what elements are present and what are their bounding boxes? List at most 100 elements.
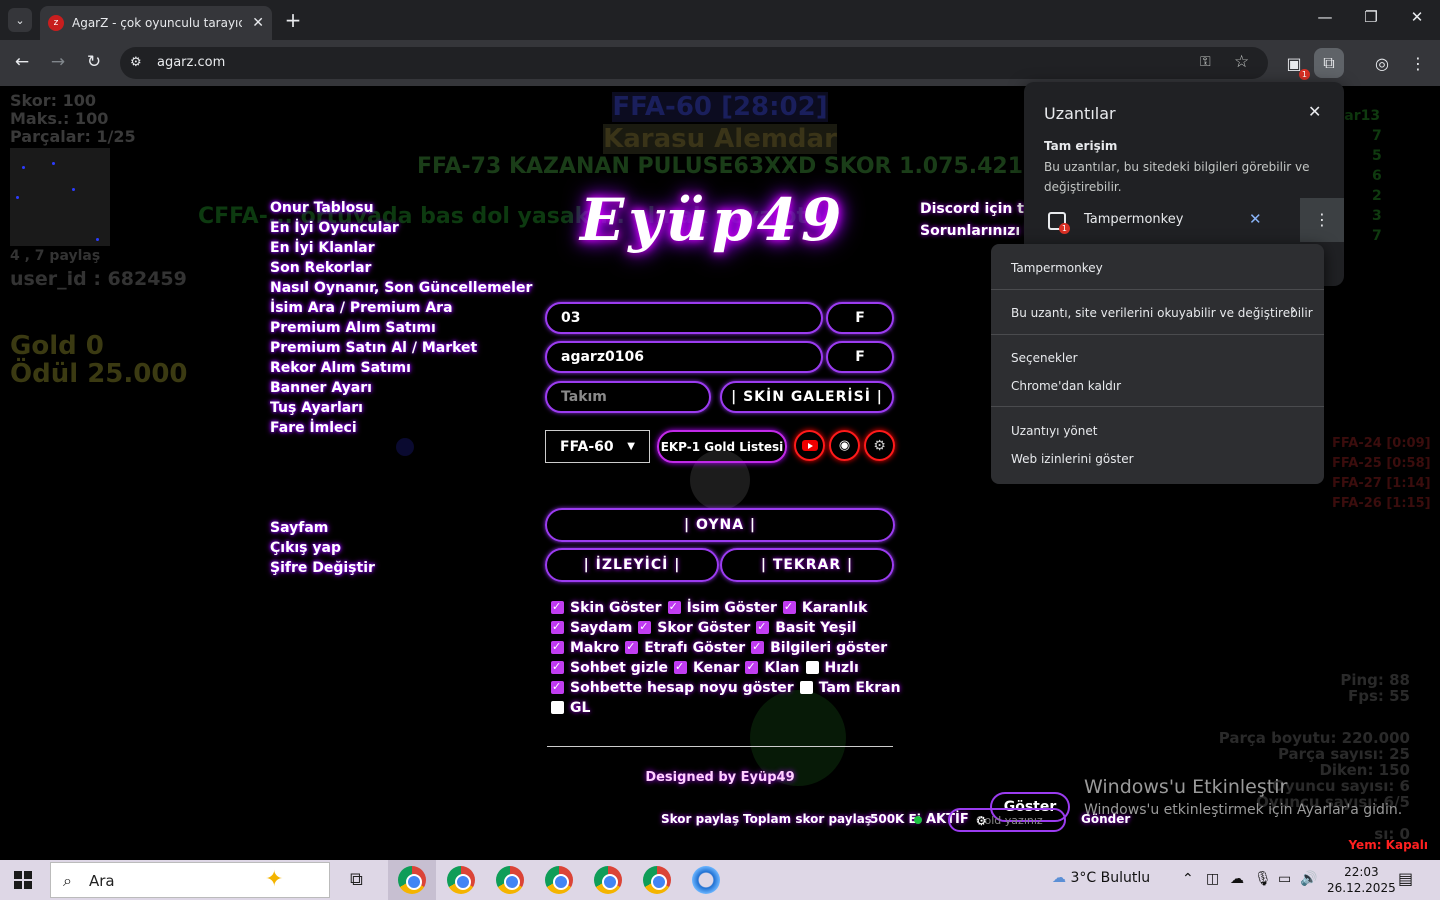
menu-item[interactable]: Şifre Değiştir [270, 558, 375, 578]
menu-item[interactable]: Premium Satın Al / Market [270, 338, 532, 358]
checkbox-label[interactable]: Sohbette hesap noyu göster [570, 680, 794, 696]
close-tab-icon[interactable]: ✕ [252, 15, 264, 31]
chrome-app-icon[interactable] [447, 866, 475, 894]
checkbox[interactable] [745, 657, 759, 677]
skin-gallery-button[interactable]: | SKİN GALERİSİ | [720, 381, 894, 413]
checkbox-label[interactable]: Basit Yeşil [775, 620, 856, 636]
checkbox-label[interactable]: Klan [764, 660, 799, 676]
checkbox[interactable] [782, 597, 796, 617]
onedrive-icon[interactable]: ☁ [1230, 871, 1244, 887]
chat-input[interactable]: Gold yazınız [948, 808, 1066, 832]
site-info-icon[interactable]: ⚙ [130, 55, 142, 70]
chrome-app-icon[interactable] [643, 866, 671, 894]
menu-item[interactable]: Fare İmleci [270, 418, 532, 438]
server-select[interactable]: FFA-60 ▼ [545, 430, 650, 463]
checkbox[interactable] [799, 681, 813, 694]
address-bar[interactable]: ⚙ agarz.com ⚿ ☆ [120, 47, 1268, 79]
forward-arrow-icon[interactable]: → [47, 52, 69, 72]
checkbox-label[interactable]: Karanlık [802, 600, 868, 616]
bookmark-star-icon[interactable]: ☆ [1234, 52, 1249, 72]
checkbox-label[interactable]: Kenar [693, 660, 739, 676]
checkbox[interactable] [551, 657, 564, 677]
menu-item[interactable]: Nasıl Oynanır, Son Güncellemeler [270, 278, 532, 298]
menu-item[interactable]: Sayfam [270, 518, 375, 538]
menu-item[interactable]: Onur Tablosu [270, 198, 532, 218]
checkbox[interactable] [551, 677, 564, 697]
menu-item[interactable]: En İyi Oyuncular [270, 218, 532, 238]
play-button[interactable]: | OYNA | [545, 508, 895, 542]
checkbox-label[interactable]: GL [570, 700, 590, 716]
app-circle-icon[interactable] [692, 866, 720, 894]
checkbox-label[interactable]: Bilgileri göster [770, 640, 887, 656]
maximize-button[interactable]: ❐ [1357, 8, 1385, 26]
checkbox[interactable] [551, 701, 564, 714]
clock[interactable]: 22:03 26.12.2025 [1327, 864, 1396, 896]
replay-button[interactable]: | TEKRAR | [720, 548, 894, 582]
discord-button[interactable]: ◉ [829, 430, 860, 461]
tag-f-button[interactable]: F [826, 302, 894, 334]
back-arrow-icon[interactable]: ← [11, 52, 33, 72]
volume-icon[interactable]: 🔊 [1300, 871, 1317, 887]
chrome-app-icon[interactable] [496, 866, 524, 894]
close-window-button[interactable]: ✕ [1403, 8, 1431, 26]
team-input[interactable]: Takım [545, 381, 711, 413]
url-text[interactable]: agarz.com [157, 55, 225, 70]
menu-item[interactable]: Premium Alım Satımı [270, 318, 532, 338]
checkbox[interactable] [674, 657, 688, 677]
checkbox[interactable] [751, 637, 765, 657]
ctx-item-web-permissions[interactable]: Web izinlerini göster [1011, 452, 1134, 466]
settings-small-icon[interactable]: ⚙ [976, 814, 987, 828]
checkbox[interactable] [667, 597, 681, 617]
checkbox-label[interactable]: Tam Ekran [819, 680, 901, 696]
checkbox[interactable] [638, 617, 652, 637]
chrome-menu-icon[interactable]: ⋮ [1404, 50, 1432, 78]
spectate-button[interactable]: | İZLEYİCİ | [545, 548, 719, 582]
new-tab-button[interactable]: + [283, 8, 303, 32]
chevron-up-icon[interactable]: ⌃ [1182, 871, 1194, 887]
windows-start-icon[interactable] [14, 871, 32, 889]
chrome-app-icon[interactable] [398, 866, 426, 894]
meet-icon[interactable]: ◫ [1206, 871, 1219, 887]
menu-item[interactable]: Tuş Ayarları [270, 398, 532, 418]
checkbox-label[interactable]: Skor Göster [657, 620, 750, 636]
tab-agarz[interactable]: z AgarZ - çok oyunculu tarayıcı oyunu ✕ [40, 6, 272, 40]
nick-input[interactable]: agarz0106 [545, 341, 823, 373]
password-key-icon[interactable]: ⚿ [1200, 54, 1211, 70]
tag-input[interactable]: 03 [545, 302, 823, 334]
extension-name[interactable]: Tampermonkey [1084, 212, 1183, 227]
ctx-item-site-access[interactable]: Bu uzantı, site verilerini okuyabilir ve… [1011, 306, 1313, 320]
menu-item[interactable]: En İyi Klanlar [270, 238, 532, 258]
settings-button[interactable]: ⚙ [864, 430, 895, 461]
checkbox[interactable] [625, 637, 639, 657]
checkbox-label[interactable]: Makro [570, 640, 619, 656]
ctx-item-manage[interactable]: Uzantıyı yönet [1011, 424, 1097, 438]
checkbox[interactable] [551, 637, 564, 657]
checkbox-label[interactable]: Etrafı Göster [644, 640, 745, 656]
extensions-puzzle-icon[interactable]: ⧉ [1314, 48, 1344, 78]
microphone-icon[interactable]: 🎙 [1254, 871, 1272, 887]
gold-list-button[interactable]: EKP-1 Gold Listesi [657, 430, 787, 463]
tab-search-button[interactable]: ⌄ [8, 8, 32, 32]
menu-item[interactable]: Çıkış yap [270, 538, 375, 558]
menu-item[interactable]: İsim Ara / Premium Ara [270, 298, 532, 318]
nick-f-button[interactable]: F [826, 341, 894, 373]
ctx-item-options[interactable]: Seçenekler [1011, 351, 1078, 365]
minimize-button[interactable]: — [1311, 8, 1339, 26]
share-score-link[interactable]: Skor paylaş [661, 812, 739, 826]
ctx-item-remove[interactable]: Chrome'dan kaldır [1011, 379, 1121, 393]
share-total-score-link[interactable]: Toplam skor paylaş [743, 812, 872, 826]
chrome-app-icon[interactable] [545, 866, 573, 894]
reload-icon[interactable]: ↻ [83, 52, 105, 72]
checkbox-label[interactable]: Hızlı [825, 660, 859, 676]
extension-row-tampermonkey[interactable]: 1 Tampermonkey ✕ ⋮ [1044, 198, 1344, 246]
close-icon[interactable]: ✕ [1308, 102, 1321, 121]
menu-item[interactable]: Rekor Alım Satımı [270, 358, 532, 378]
network-icon[interactable]: ▭ [1278, 871, 1291, 887]
task-view-icon[interactable]: ⧉ [350, 869, 363, 890]
checkbox[interactable] [551, 617, 564, 637]
tampermonkey-toolbar-icon[interactable]: ▣ 1 [1280, 50, 1310, 80]
ctx-item-tampermonkey[interactable]: Tampermonkey [1011, 261, 1103, 275]
checkbox[interactable] [805, 661, 819, 674]
weather-widget[interactable]: ☁ 3°C Bulutlu [1052, 870, 1150, 886]
profile-icon[interactable]: ◎ [1368, 50, 1396, 78]
